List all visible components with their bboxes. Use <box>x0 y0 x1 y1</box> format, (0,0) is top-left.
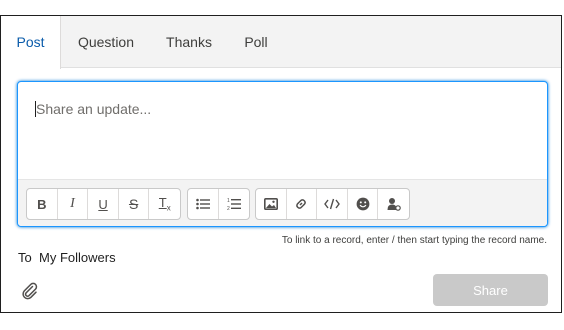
numbered-list-icon: 1 2 <box>227 198 241 211</box>
rich-text-toolbar: B I U S Tx 1 2 <box>18 179 547 226</box>
numbered-list-button[interactable]: 1 2 <box>219 189 249 219</box>
to-label: To <box>18 250 32 265</box>
image-icon <box>263 198 278 210</box>
insert-image-button[interactable] <box>256 189 287 219</box>
strikethrough-button[interactable]: S <box>119 189 150 219</box>
tab-post[interactable]: Post <box>1 16 61 69</box>
underline-icon: U <box>98 196 108 212</box>
mention-button[interactable] <box>378 189 409 219</box>
tab-poll[interactable]: Poll <box>227 16 285 68</box>
post-composer: Share an update... B I U S Tx 1 2 <box>17 81 548 227</box>
bold-button[interactable]: B <box>27 189 58 219</box>
publisher-panel: Post Question Thanks Poll Share an updat… <box>0 15 562 313</box>
svg-text:2: 2 <box>227 206 230 211</box>
share-button[interactable]: Share <box>433 274 548 306</box>
italic-icon: I <box>70 196 75 211</box>
underline-button[interactable]: U <box>88 189 119 219</box>
tab-thanks[interactable]: Thanks <box>151 16 227 68</box>
paperclip-icon <box>22 282 38 300</box>
insert-group <box>255 188 410 220</box>
emoji-icon <box>356 197 370 211</box>
audience-selector[interactable]: My Followers <box>39 250 116 265</box>
bold-icon: B <box>37 196 47 212</box>
italic-button[interactable]: I <box>58 189 89 219</box>
list-group: 1 2 <box>187 188 250 220</box>
mention-icon <box>387 198 401 211</box>
attach-file-button[interactable] <box>21 282 39 300</box>
link-icon <box>296 199 307 209</box>
record-link-hint: To link to a record, enter / then start … <box>281 235 547 246</box>
bulleted-list-button[interactable] <box>188 189 219 219</box>
bulleted-list-icon <box>195 198 210 210</box>
clear-formatting-button[interactable]: Tx <box>149 189 180 219</box>
format-group: B I U S Tx <box>26 188 181 220</box>
insert-emoji-button[interactable] <box>348 189 379 219</box>
post-text-area[interactable]: Share an update... <box>18 82 547 180</box>
clear-formatting-icon: Tx <box>158 195 171 213</box>
tab-question[interactable]: Question <box>61 16 151 68</box>
svg-text:1: 1 <box>227 198 230 204</box>
insert-code-button[interactable] <box>317 189 348 219</box>
publisher-tabs: Post Question Thanks Poll <box>1 16 561 69</box>
strikethrough-icon: S <box>128 196 139 212</box>
post-placeholder: Share an update... <box>36 101 152 117</box>
code-icon <box>324 198 340 210</box>
insert-link-button[interactable] <box>287 189 318 219</box>
